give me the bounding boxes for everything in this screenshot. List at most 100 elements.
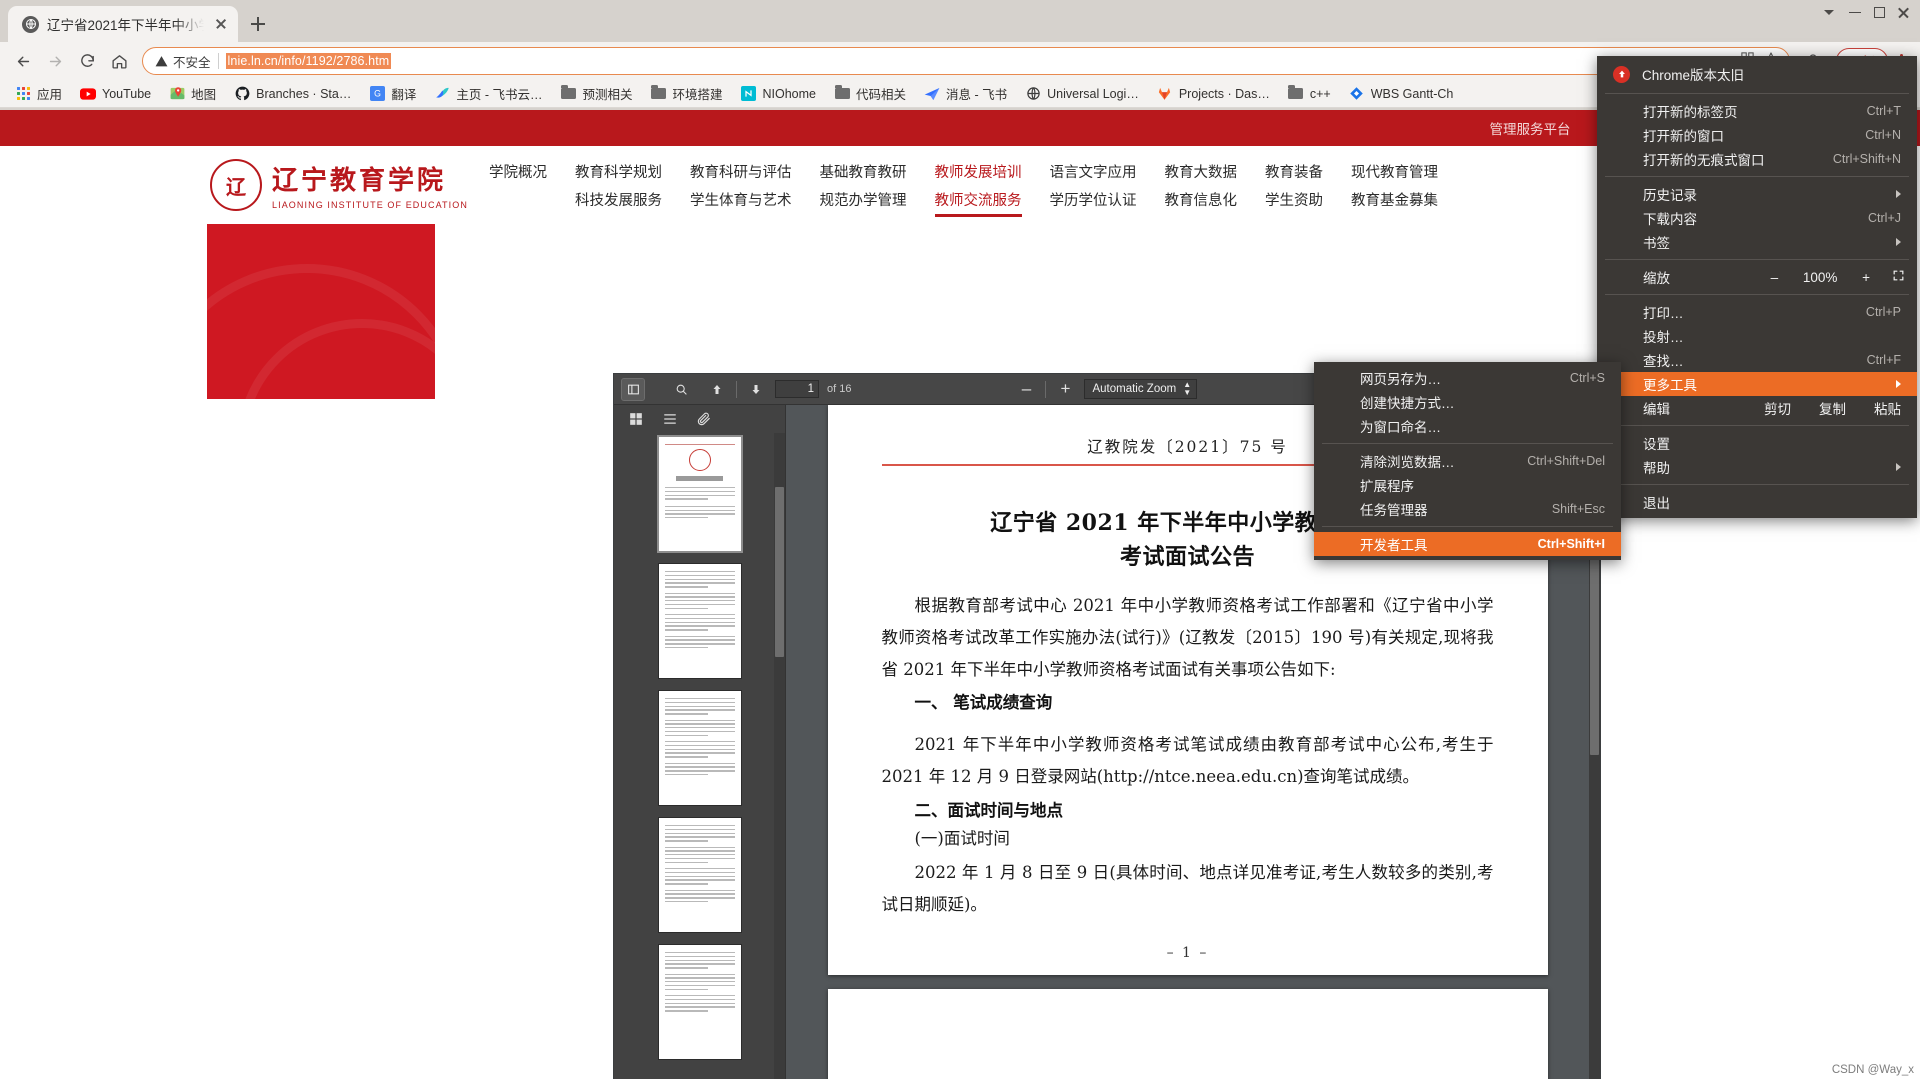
bookmark-feishu-home[interactable]: 主页 - 飞书云… <box>425 82 551 105</box>
bookmark-folder-code[interactable]: 代码相关 <box>825 82 915 105</box>
outline-icon[interactable] <box>662 411 678 427</box>
bookmark-wbs-gantt[interactable]: WBS Gantt-Ch <box>1340 84 1463 104</box>
nav-link[interactable]: 教育基金募集 <box>1351 189 1438 210</box>
security-warning[interactable]: 不安全 <box>155 52 211 71</box>
nav-link[interactable]: 教育科学规划 <box>575 161 662 182</box>
nav-link[interactable]: 基础教育教研 <box>820 161 907 182</box>
nav-link[interactable]: 教育大数据 <box>1165 161 1238 182</box>
copy-button[interactable]: 复制 <box>1819 398 1846 418</box>
forward-icon[interactable] <box>40 46 70 76</box>
attachments-icon[interactable] <box>696 411 712 427</box>
nav-column-4[interactable]: 教师发展培训 教师交流服务 <box>921 161 1036 217</box>
bookmark-folder-cpp[interactable]: c++ <box>1279 84 1340 104</box>
nav-column-0[interactable]: 学院概况 <box>475 161 561 210</box>
nav-link[interactable]: 教育科研与评估 <box>690 161 792 182</box>
menu-item-update-notice[interactable]: Chrome版本太旧 <box>1597 60 1917 88</box>
pdf-thumbnail-list[interactable]: ◄ ► <box>614 433 785 1079</box>
chevron-down-icon[interactable] <box>1824 6 1837 19</box>
menu-item-history[interactable]: 历史记录 <box>1597 182 1917 206</box>
menu-item-more-tools[interactable]: 更多工具 <box>1597 372 1917 396</box>
nav-column-3[interactable]: 基础教育教研 规范办学管理 <box>806 161 921 210</box>
bookmark-apps[interactable]: 应用 <box>6 82 71 105</box>
zoom-level-select[interactable]: Automatic Zoom ▲ ▼ <box>1084 379 1198 399</box>
nav-link[interactable]: 语言文字应用 <box>1050 161 1137 182</box>
zoom-in-button[interactable]: + <box>1054 379 1076 400</box>
site-logo[interactable]: 辽 辽宁教育学院 LIAONING INSTITUTE OF EDUCATION <box>210 159 475 211</box>
reload-icon[interactable] <box>72 46 102 76</box>
bookmark-projects-dashboard[interactable]: Projects · Das… <box>1148 84 1279 104</box>
zoom-out-button[interactable]: – <box>1015 379 1037 400</box>
new-tab-button[interactable] <box>244 10 272 38</box>
menu-item-bookmarks[interactable]: 书签 <box>1597 230 1917 254</box>
window-close-button[interactable] <box>1897 6 1910 19</box>
bookmark-niohome[interactable]: NIOhome <box>732 84 826 104</box>
menu-item-extensions[interactable]: 扩展程序 <box>1314 473 1621 497</box>
back-icon[interactable] <box>8 46 38 76</box>
menu-item-name-window[interactable]: 为窗口命名… <box>1314 414 1621 438</box>
nav-link[interactable]: 教师发展培训 <box>935 161 1022 182</box>
menu-item-help[interactable]: 帮助 <box>1597 455 1917 479</box>
nav-link[interactable]: 科技发展服务 <box>575 189 662 210</box>
nav-link[interactable]: 学历学位认证 <box>1050 189 1137 210</box>
menu-item-task-manager[interactable]: 任务管理器 Shift+Esc <box>1314 497 1621 521</box>
nav-column-5[interactable]: 语言文字应用 学历学位认证 <box>1036 161 1151 210</box>
nav-link-active[interactable]: 教师交流服务 <box>934 189 1022 217</box>
nav-column-8[interactable]: 现代教育管理 教育基金募集 <box>1337 161 1452 210</box>
nav-link[interactable]: 学生资助 <box>1265 189 1323 210</box>
bookmark-youtube[interactable]: YouTube <box>71 84 160 104</box>
nav-column-6[interactable]: 教育大数据 教育信息化 <box>1151 161 1252 210</box>
bookmark-translate[interactable]: G 翻译 <box>360 82 425 105</box>
nav-link[interactable]: 规范办学管理 <box>820 189 907 210</box>
pdf-thumbnail[interactable] <box>658 437 741 551</box>
page-number-input[interactable]: 1 <box>775 380 819 398</box>
search-icon[interactable] <box>670 379 692 400</box>
nav-column-1[interactable]: 教育科学规划 科技发展服务 <box>561 161 676 210</box>
menu-item-new-window[interactable]: 打开新的窗口 Ctrl+N <box>1597 123 1917 147</box>
cut-button[interactable]: 剪切 <box>1764 398 1791 418</box>
menu-item-create-shortcut[interactable]: 创建快捷方式… <box>1314 390 1621 414</box>
menu-item-exit[interactable]: 退出 <box>1597 490 1917 514</box>
menu-item-new-incognito-window[interactable]: 打开新的无痕式窗口 Ctrl+Shift+N <box>1597 147 1917 171</box>
nav-column-2[interactable]: 教育科研与评估 学生体育与艺术 <box>676 161 806 210</box>
menu-item-new-tab[interactable]: 打开新的标签页 Ctrl+T <box>1597 99 1917 123</box>
arrow-up-icon[interactable] <box>706 379 728 400</box>
zoom-in-button[interactable]: + <box>1862 270 1870 285</box>
menu-item-cast[interactable]: 投射… <box>1597 324 1917 348</box>
bookmark-folder-env[interactable]: 环境搭建 <box>641 82 731 105</box>
arrow-down-icon[interactable] <box>745 379 767 400</box>
bookmark-folder-forecast[interactable]: 预测相关 <box>551 82 641 105</box>
minimize-button[interactable] <box>1849 6 1862 19</box>
home-icon[interactable] <box>104 46 134 76</box>
thumbnails-icon[interactable] <box>628 411 644 427</box>
bookmark-branches[interactable]: Branches · Sta… <box>225 84 360 104</box>
address-bar[interactable]: 不安全 lnie.ln.cn/info/1192/2786.htm <box>142 47 1790 75</box>
menu-item-settings[interactable]: 设置 <box>1597 431 1917 455</box>
pdf-thumbnail[interactable] <box>658 945 741 1059</box>
fullscreen-icon[interactable] <box>1892 269 1905 285</box>
nav-link[interactable]: 学生体育与艺术 <box>690 189 792 210</box>
paste-button[interactable]: 粘贴 <box>1874 398 1901 418</box>
bookmark-universal-logi[interactable]: Universal Logi… <box>1016 84 1148 104</box>
nav-column-7[interactable]: 教育装备 学生资助 <box>1251 161 1337 210</box>
menu-item-save-page-as[interactable]: 网页另存为… Ctrl+S <box>1314 366 1621 390</box>
pdf-thumbnail[interactable] <box>658 818 741 932</box>
browser-tab[interactable]: 辽宁省2021年下半年中小学 <box>8 6 238 42</box>
sidebar-toggle-icon[interactable] <box>621 377 645 401</box>
menu-item-clear-browsing-data[interactable]: 清除浏览数据… Ctrl+Shift+Del <box>1314 449 1621 473</box>
menu-item-developer-tools[interactable]: 开发者工具 Ctrl+Shift+I <box>1314 532 1621 556</box>
menu-item-find[interactable]: 查找… Ctrl+F <box>1597 348 1917 372</box>
menu-item-print[interactable]: 打印… Ctrl+P <box>1597 300 1917 324</box>
pdf-thumbnail[interactable] <box>658 691 741 805</box>
close-icon[interactable] <box>212 15 230 33</box>
scrollbar-thumb[interactable] <box>775 487 784 657</box>
nav-link[interactable]: 教育装备 <box>1265 161 1323 182</box>
pdf-thumbnail[interactable] <box>658 564 741 678</box>
zoom-out-button[interactable]: – <box>1771 270 1779 285</box>
bookmark-maps[interactable]: 地图 <box>160 82 225 105</box>
bookmark-feishu-message[interactable]: 消息 - 飞书 <box>915 82 1016 105</box>
nav-link[interactable]: 现代教育管理 <box>1351 161 1438 182</box>
nav-link[interactable]: 教育信息化 <box>1165 189 1238 210</box>
nav-link[interactable]: 学院概况 <box>489 161 547 182</box>
maximize-button[interactable] <box>1874 7 1885 18</box>
url-text[interactable]: lnie.ln.cn/info/1192/2786.htm <box>225 53 392 69</box>
